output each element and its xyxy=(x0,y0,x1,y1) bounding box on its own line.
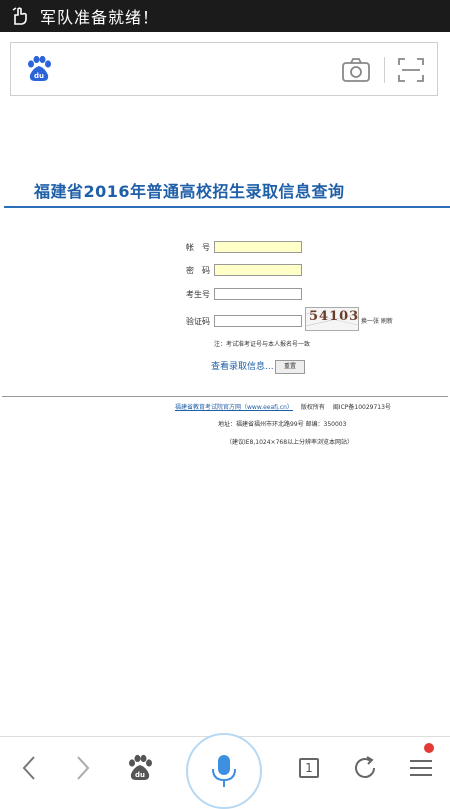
exam-number-label: 考生号 xyxy=(186,290,210,299)
captcha-image[interactable]: 54103 xyxy=(305,307,359,331)
camera-icon[interactable] xyxy=(341,57,371,83)
reset-button[interactable]: 重置 xyxy=(275,360,305,374)
captcha-refresh-link[interactable]: 换一张 刷新 xyxy=(361,316,393,325)
footer-divider xyxy=(2,396,448,397)
forward-chevron-icon[interactable] xyxy=(66,751,100,785)
captcha-text: 54103 xyxy=(309,309,360,324)
footer-resolution-note: （建议IE8,1024×768以上分辨率浏览本网站） xyxy=(226,439,354,446)
back-chevron-icon[interactable] xyxy=(12,751,46,785)
address-bar[interactable]: du xyxy=(10,42,438,96)
footer-address: 地址：福建省福州市环北路99号 邮编：350003 xyxy=(218,421,347,428)
form-note: 注：考试准考证号与本人报名号一致 xyxy=(214,341,311,348)
bottom-navigation: du 1 xyxy=(0,733,450,809)
status-bar: 军队准备就绪！ xyxy=(0,0,450,32)
svg-text:du: du xyxy=(34,72,44,80)
voice-search-button[interactable] xyxy=(186,733,262,809)
address-divider xyxy=(384,57,385,83)
account-label: 帐 号 xyxy=(186,243,210,252)
captcha-input[interactable] xyxy=(214,315,302,327)
menu-icon[interactable] xyxy=(404,751,438,785)
svg-text:du: du xyxy=(135,771,145,779)
tabs-button[interactable]: 1 xyxy=(292,751,326,785)
page-title: 福建省2016年普通高校招生录取信息查询 xyxy=(34,182,345,201)
refresh-icon[interactable] xyxy=(348,751,382,785)
copyright-text: 版权所有 xyxy=(300,404,325,411)
exam-site-link[interactable]: 福建省教育考试院官方网（www.eeafj.cn） xyxy=(175,404,293,411)
menu-notification-dot xyxy=(424,743,434,753)
notification-hand-icon xyxy=(10,5,32,27)
scan-icon[interactable] xyxy=(397,57,425,83)
account-input[interactable] xyxy=(214,241,302,253)
browser-toolbar: du xyxy=(0,32,450,106)
exam-number-input[interactable] xyxy=(214,288,302,300)
tab-count-icon: 1 xyxy=(299,758,319,778)
footer-copyright-line: 福建省教育考试院官方网（www.eeafj.cn） 版权所有 闽ICP备1002… xyxy=(175,402,391,411)
baidu-home-icon[interactable]: du xyxy=(123,751,157,785)
captcha-label: 验证码 xyxy=(186,317,210,326)
notification-text: 军队准备就绪！ xyxy=(40,8,160,27)
query-admission-link[interactable]: 查看录取信息... xyxy=(211,359,274,372)
title-divider xyxy=(4,206,450,208)
microphone-icon xyxy=(212,755,236,787)
baidu-paw-icon[interactable]: du xyxy=(25,55,53,83)
icp-text: 闽ICP备10029713号 xyxy=(332,404,391,411)
web-page: 福建省2016年普通高校招生录取信息查询 帐 号 密 码 考生号 验证码 541… xyxy=(0,106,450,736)
password-label: 密 码 xyxy=(186,266,210,275)
password-input[interactable] xyxy=(214,264,302,276)
